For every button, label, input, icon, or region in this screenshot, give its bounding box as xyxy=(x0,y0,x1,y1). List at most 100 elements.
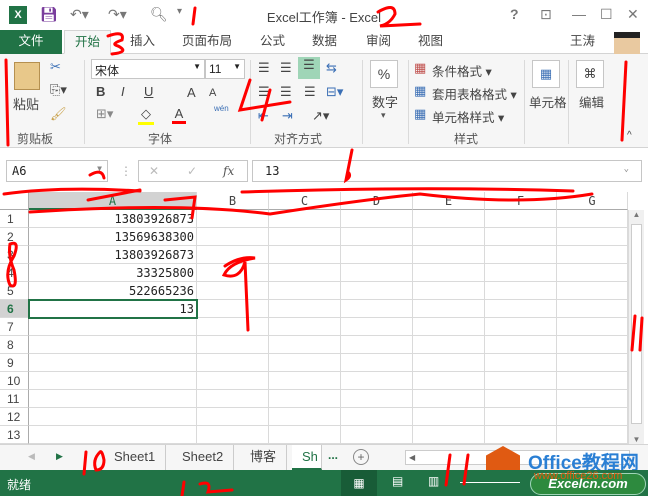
tab-review[interactable]: 审阅 xyxy=(356,30,401,54)
cell-A5[interactable]: 522665236 xyxy=(29,282,197,300)
cell-B2[interactable] xyxy=(197,228,269,246)
cell-C12[interactable] xyxy=(269,408,341,426)
cell-B1[interactable] xyxy=(197,210,269,228)
underline-button[interactable]: U xyxy=(144,84,153,99)
percent-icon[interactable]: % xyxy=(370,60,398,88)
row-header-13[interactable]: 13 xyxy=(0,426,29,444)
cell-D1[interactable] xyxy=(341,210,413,228)
cell-A6[interactable]: 13 xyxy=(28,299,198,319)
cell-D9[interactable] xyxy=(341,354,413,372)
normal-view-button[interactable]: ▦ xyxy=(341,470,377,496)
font-color-button[interactable]: A xyxy=(172,106,186,124)
orientation-icon[interactable]: ↗▾ xyxy=(312,108,329,124)
cell-C1[interactable] xyxy=(269,210,341,228)
font-size-select[interactable]: 11 ▼ xyxy=(205,59,245,79)
tab-insert[interactable]: 插入 xyxy=(120,30,165,54)
cell-C4[interactable] xyxy=(269,264,341,282)
sheet-tab-blog[interactable]: 博客 xyxy=(240,445,288,470)
cell-C10[interactable] xyxy=(269,372,341,390)
cell-F13[interactable] xyxy=(485,426,557,444)
format-as-table-button[interactable]: 套用表格格式 ▾ xyxy=(432,84,517,103)
align-bottom-icon[interactable]: ☰ xyxy=(298,57,320,79)
copy-icon[interactable]: ⎘▾ xyxy=(50,82,67,98)
font-name-select[interactable]: 宋体 ▼ xyxy=(91,59,205,79)
zoom-slider[interactable] xyxy=(460,482,520,483)
cell-F3[interactable] xyxy=(485,246,557,264)
row-header-3[interactable]: 3 xyxy=(0,246,29,264)
cell-G10[interactable] xyxy=(557,372,628,390)
collapse-ribbon-icon[interactable]: ^ xyxy=(627,130,632,141)
paste-icon[interactable] xyxy=(14,62,40,90)
formula-bar-grip[interactable]: ⋮ xyxy=(120,164,132,178)
cell-B3[interactable] xyxy=(197,246,269,264)
number-format-button[interactable]: 数字 xyxy=(372,92,398,111)
tab-file[interactable]: 文件 xyxy=(0,30,62,54)
cell-E10[interactable] xyxy=(413,372,485,390)
cell-G6[interactable] xyxy=(557,300,628,318)
close-button[interactable]: ✕ xyxy=(627,6,639,23)
cell-E11[interactable] xyxy=(413,390,485,408)
column-header-E[interactable]: E xyxy=(413,192,485,210)
cell-A13[interactable] xyxy=(29,426,197,444)
user-name[interactable]: 王涛 xyxy=(560,30,605,54)
cell-G2[interactable] xyxy=(557,228,628,246)
insert-function-icon[interactable]: fx xyxy=(223,164,234,178)
cell-D4[interactable] xyxy=(341,264,413,282)
column-header-C[interactable]: C xyxy=(269,192,341,210)
phonetic-button[interactable]: wén xyxy=(214,104,229,113)
cell-A1[interactable]: 13803926873 xyxy=(29,210,197,228)
cell-A3[interactable]: 13803926873 xyxy=(29,246,197,264)
cell-G1[interactable] xyxy=(557,210,628,228)
cut-icon[interactable]: ✂ xyxy=(50,59,61,75)
grow-font-button[interactable]: A xyxy=(187,85,196,100)
cell-G11[interactable] xyxy=(557,390,628,408)
decrease-indent-icon[interactable]: ⇤ xyxy=(258,108,269,124)
cell-C9[interactable] xyxy=(269,354,341,372)
column-header-F[interactable]: F xyxy=(485,192,557,210)
cell-B10[interactable] xyxy=(197,372,269,390)
cell-D13[interactable] xyxy=(341,426,413,444)
row-header-4[interactable]: 4 xyxy=(0,264,29,282)
more-sheets-button[interactable]: ... xyxy=(328,448,338,462)
cell-D12[interactable] xyxy=(341,408,413,426)
format-painter-icon[interactable]: 🖌︎ xyxy=(50,106,67,122)
column-header-D[interactable]: D xyxy=(341,192,413,210)
cell-E5[interactable] xyxy=(413,282,485,300)
editing-button[interactable]: 编辑 xyxy=(579,92,604,111)
borders-icon[interactable]: ⊞▾ xyxy=(96,106,113,122)
cell-D2[interactable] xyxy=(341,228,413,246)
page-break-view-button[interactable]: ▥ xyxy=(428,474,439,488)
new-sheet-button[interactable]: + xyxy=(353,449,369,465)
merge-center-icon[interactable]: ⊟▾ xyxy=(326,84,343,100)
bold-button[interactable]: B xyxy=(96,84,105,99)
cell-B12[interactable] xyxy=(197,408,269,426)
cell-A12[interactable] xyxy=(29,408,197,426)
row-header-8[interactable]: 8 xyxy=(0,336,29,354)
scroll-sheets-left-icon[interactable]: ◀ xyxy=(28,451,35,462)
cell-E8[interactable] xyxy=(413,336,485,354)
cell-B8[interactable] xyxy=(197,336,269,354)
column-header-B[interactable]: B xyxy=(197,192,269,210)
cell-A10[interactable] xyxy=(29,372,197,390)
shrink-font-button[interactable]: A xyxy=(209,87,216,99)
tab-data[interactable]: 数据 xyxy=(302,30,347,54)
cell-E13[interactable] xyxy=(413,426,485,444)
maximize-button[interactable]: ☐ xyxy=(600,6,613,23)
cancel-icon[interactable]: ✕ xyxy=(149,164,159,178)
row-header-6[interactable]: 6 xyxy=(0,300,29,318)
align-middle-icon[interactable]: ☰ xyxy=(280,60,292,76)
paste-button[interactable]: 粘贴 xyxy=(13,94,39,113)
worksheet-grid[interactable]: ABCDEFG 1 13803926873 2 13569638300 3 1380392… xyxy=(0,192,648,444)
cell-G5[interactable] xyxy=(557,282,628,300)
fill-color-icon[interactable]: ◇ xyxy=(138,106,154,125)
cell-F11[interactable] xyxy=(485,390,557,408)
cell-D8[interactable] xyxy=(341,336,413,354)
help-button[interactable]: ? xyxy=(510,6,519,22)
cell-C8[interactable] xyxy=(269,336,341,354)
sheet-tab-sheet2[interactable]: Sheet2 xyxy=(172,445,235,470)
row-header-12[interactable]: 12 xyxy=(0,408,29,426)
cell-F10[interactable] xyxy=(485,372,557,390)
cell-D5[interactable] xyxy=(341,282,413,300)
cell-C5[interactable] xyxy=(269,282,341,300)
cell-D11[interactable] xyxy=(341,390,413,408)
